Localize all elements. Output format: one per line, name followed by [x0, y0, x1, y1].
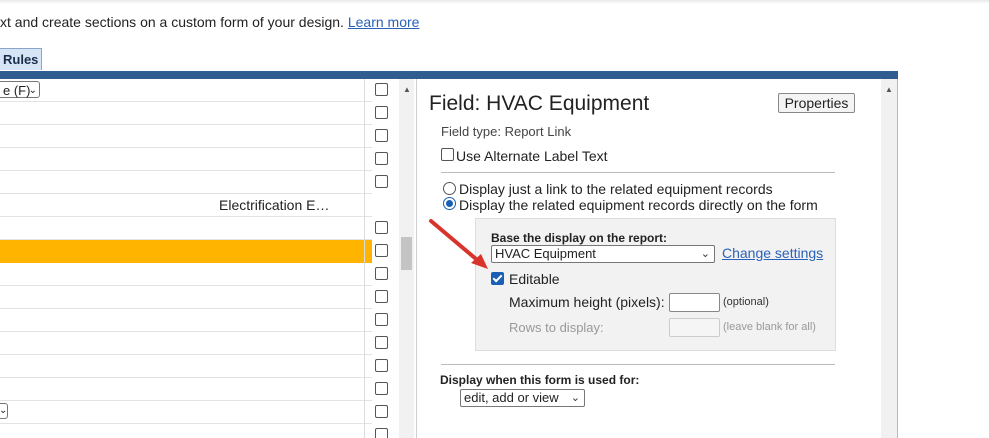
chevron-down-icon: ⌄ [700, 248, 710, 260]
max-height-input[interactable] [669, 293, 720, 312]
row-checkbox[interactable] [375, 267, 388, 280]
max-height-hint: (optional) [723, 296, 769, 308]
intro-sentence: xt and create sections on a custom form … [0, 14, 344, 30]
list-row[interactable] [0, 148, 372, 171]
display-records-radio[interactable] [443, 197, 456, 210]
scroll-up-icon[interactable]: ▲ [885, 85, 893, 94]
row-checkbox[interactable] [375, 290, 388, 303]
list-row[interactable] [0, 125, 372, 148]
report-label: Base the display on the report: [491, 231, 668, 245]
report-select-value: HVAC Equipment [495, 246, 596, 261]
row-checkbox[interactable] [375, 428, 388, 438]
change-settings-link[interactable]: Change settings [722, 245, 823, 261]
list-row[interactable] [0, 309, 372, 332]
field-type-value: e (F) [3, 83, 31, 98]
row-checkbox[interactable] [375, 129, 388, 142]
row-label: Electrification E… [219, 197, 330, 213]
header-bar [0, 71, 898, 79]
rows-hint: (leave blank for all) [723, 321, 816, 333]
row-checkbox[interactable] [375, 106, 388, 119]
display-records-label: Display the related equipment records di… [459, 197, 818, 213]
row-checkbox[interactable] [375, 152, 388, 165]
panel-border [897, 79, 898, 438]
field-type-select[interactable]: e (F) ⌄ [0, 81, 40, 98]
list-scroll-thumb[interactable] [401, 237, 412, 270]
list-row[interactable] [0, 332, 372, 355]
row-checkbox[interactable] [375, 382, 388, 395]
list-row[interactable] [0, 355, 372, 378]
list-row[interactable] [0, 171, 372, 194]
list-row[interactable] [0, 286, 372, 309]
chevron-down-icon: ⌄ [570, 392, 580, 404]
scroll-up-icon[interactable]: ▲ [403, 85, 411, 94]
alt-label-text: Use Alternate Label Text [456, 148, 608, 164]
row-select-partial[interactable]: ⌄ [0, 403, 8, 419]
field-list: Electrification E… [0, 79, 398, 438]
column-divider [364, 79, 365, 438]
rows-label: Rows to display: [509, 320, 604, 335]
field-type-text: Field type: Report Link [441, 124, 572, 139]
display-when-select[interactable]: edit, add or view ⌄ [460, 389, 585, 407]
list-row[interactable] [0, 102, 372, 125]
display-link-label: Display just a link to the related equip… [459, 181, 773, 197]
list-row[interactable]: Electrification E… [0, 194, 372, 217]
row-checkbox[interactable] [375, 313, 388, 326]
display-link-radio[interactable] [443, 182, 456, 195]
list-row[interactable] [0, 79, 372, 102]
max-height-label: Maximum height (pixels): [509, 294, 665, 310]
intro-text: xt and create sections on a custom form … [0, 14, 419, 30]
top-shadow [0, 0, 989, 4]
alt-label-checkbox[interactable] [441, 148, 454, 161]
display-when-label: Display when this form is used for: [440, 373, 640, 387]
row-checkbox[interactable] [375, 359, 388, 372]
editable-label: Editable [509, 271, 560, 287]
divider [441, 364, 835, 365]
rows-input[interactable] [669, 318, 720, 337]
list-row-selected[interactable] [0, 240, 372, 263]
editable-checkbox[interactable] [491, 272, 504, 285]
row-checkbox[interactable] [375, 405, 388, 418]
list-row[interactable] [0, 263, 372, 286]
report-select[interactable]: HVAC Equipment ⌄ [491, 245, 715, 263]
list-row[interactable] [0, 217, 372, 240]
row-checkbox[interactable] [375, 336, 388, 349]
field-title: Field: HVAC Equipment [429, 92, 650, 115]
list-row[interactable] [0, 424, 372, 438]
chevron-down-icon: ⌄ [0, 405, 8, 416]
display-when-value: edit, add or view [464, 390, 559, 405]
learn-more-link[interactable]: Learn more [348, 14, 420, 30]
tab-rules[interactable]: Rules [0, 48, 42, 70]
panel-scrollbar[interactable] [881, 79, 897, 438]
row-checkbox[interactable] [375, 221, 388, 234]
red-annotation-arrow [429, 219, 488, 269]
divider [441, 172, 835, 173]
row-checkbox[interactable] [375, 175, 388, 188]
list-row[interactable] [0, 401, 372, 424]
properties-button[interactable]: Properties [778, 93, 855, 113]
row-checkbox[interactable] [375, 244, 388, 257]
row-checkbox[interactable] [375, 83, 388, 96]
list-row[interactable] [0, 378, 372, 401]
chevron-down-icon: ⌄ [28, 85, 37, 96]
